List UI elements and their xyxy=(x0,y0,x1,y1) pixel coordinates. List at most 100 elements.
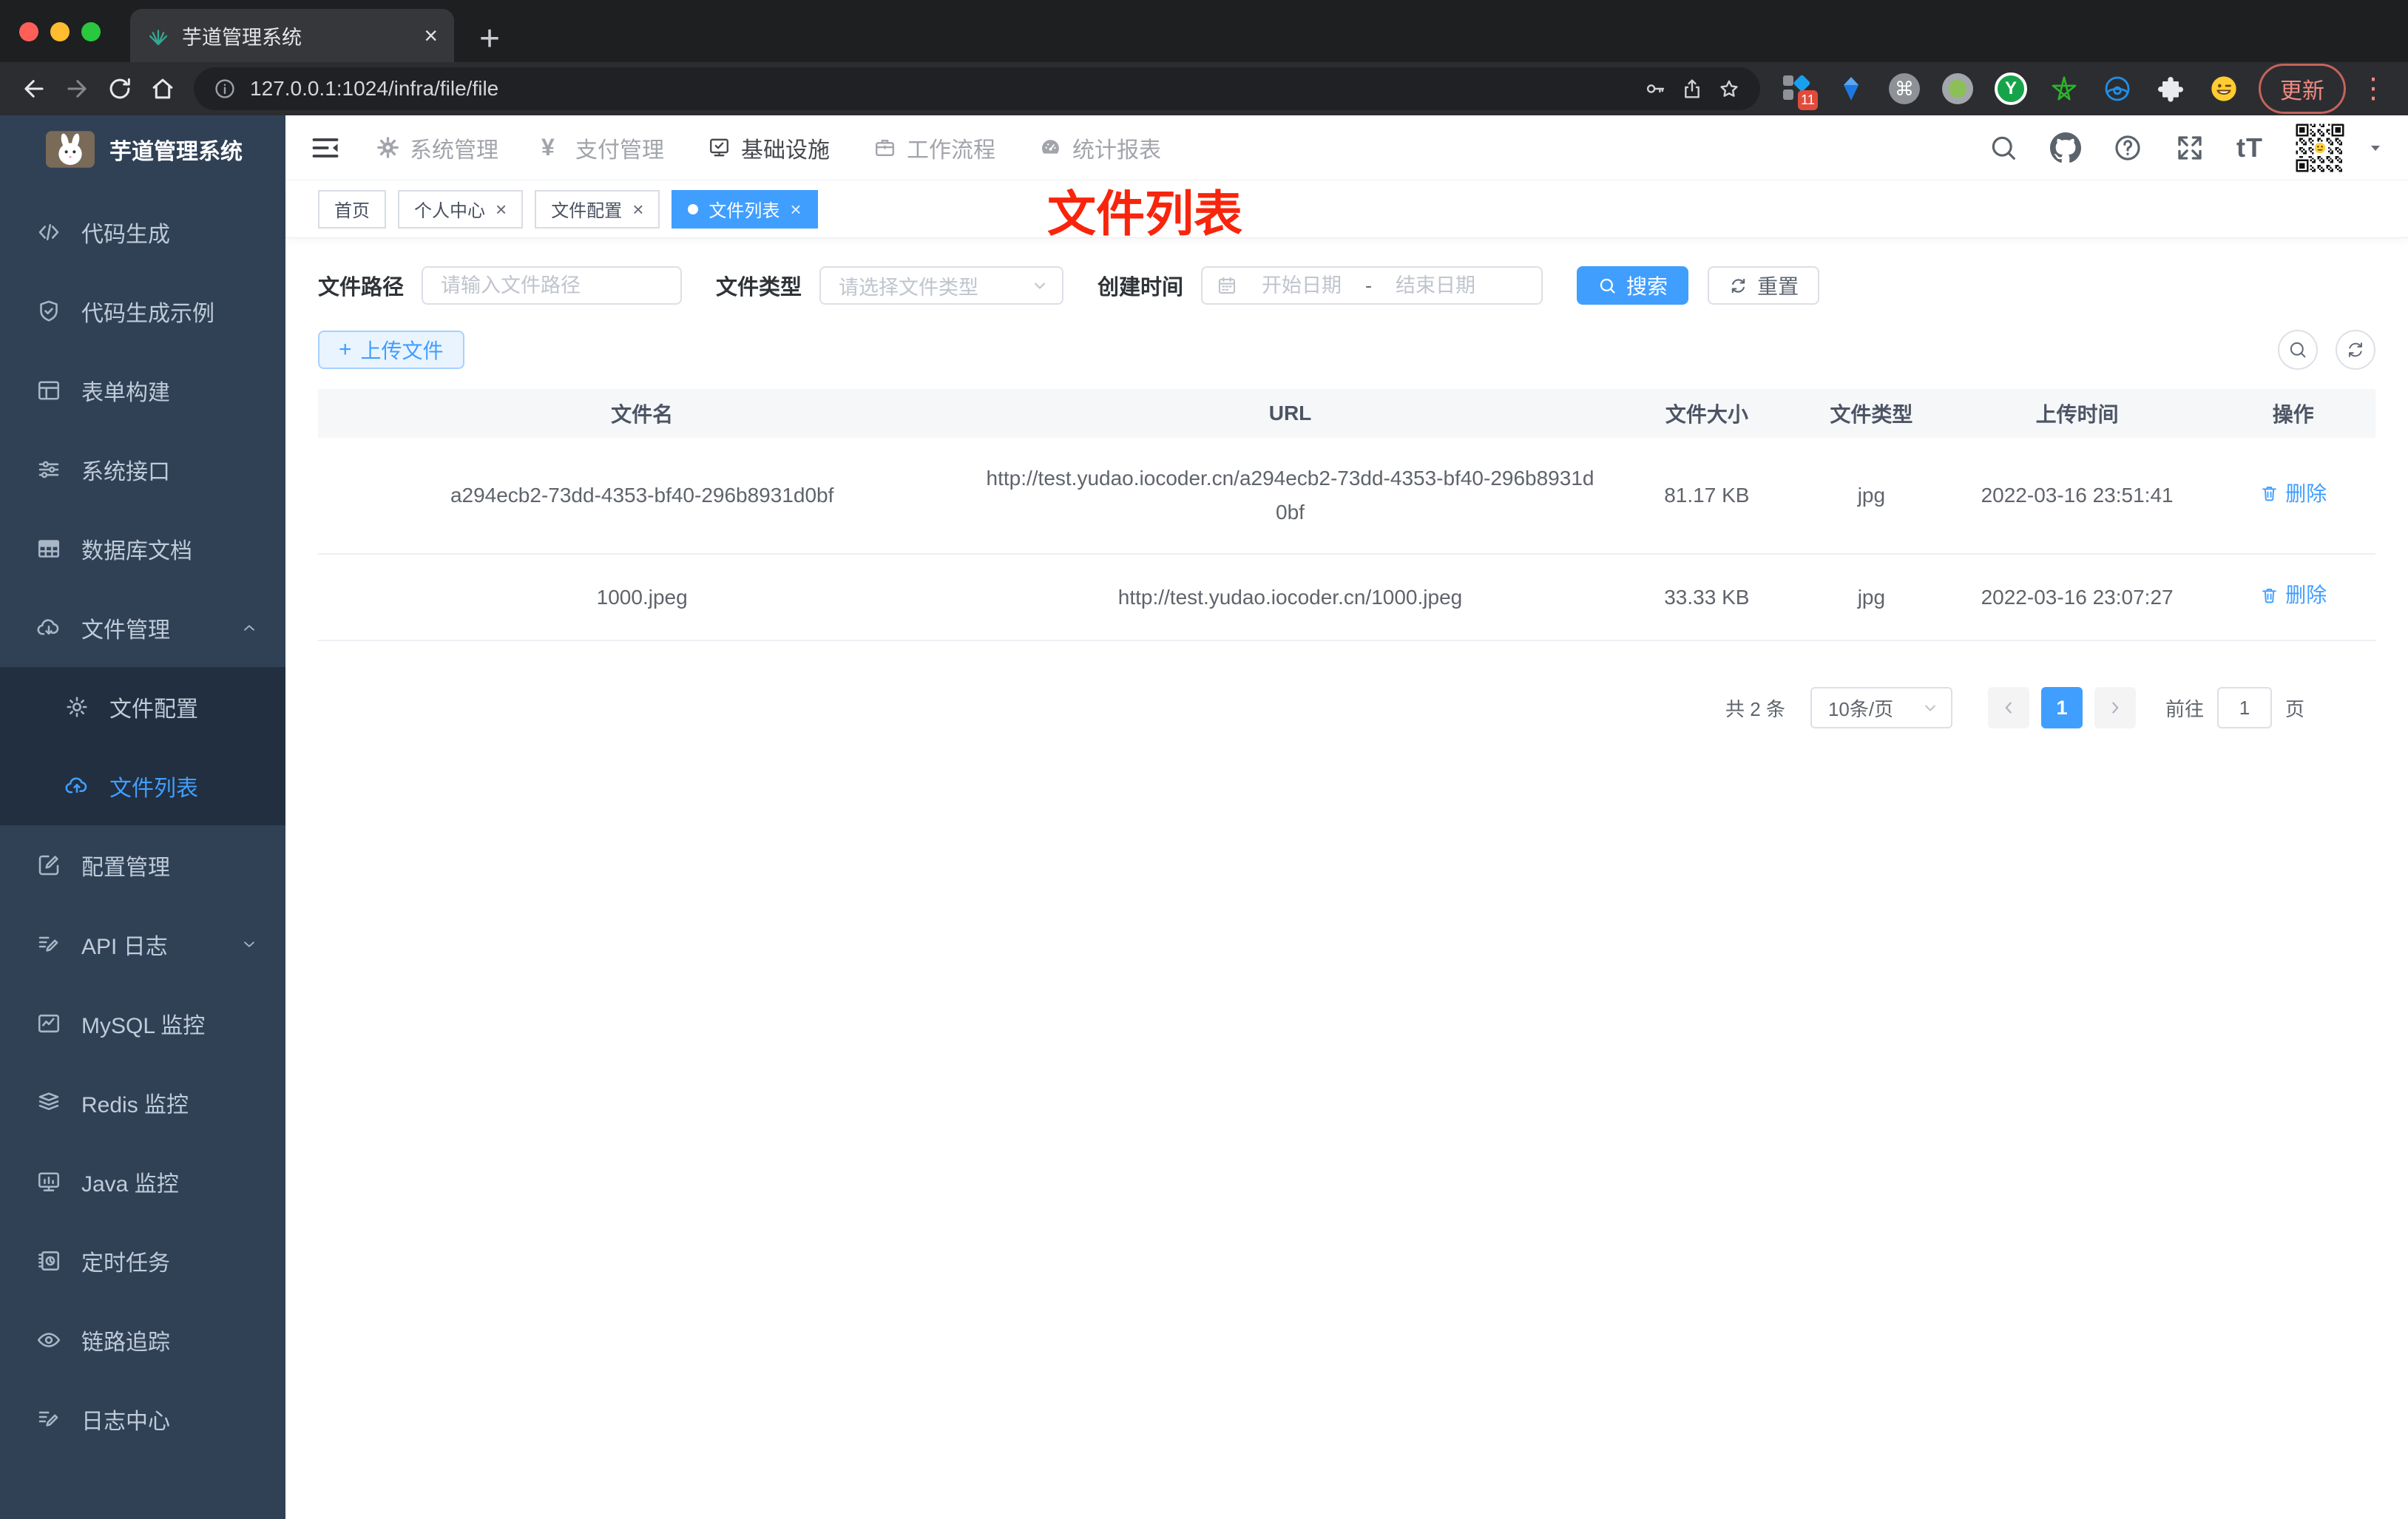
top-nav-item-1[interactable]: ¥ 支付管理 xyxy=(541,132,664,164)
sidebar-item-4[interactable]: 数据库文档 xyxy=(0,509,285,588)
cloud-upload-icon xyxy=(64,773,90,799)
prev-page-button[interactable] xyxy=(1987,687,2029,729)
close-icon[interactable]: × xyxy=(632,200,643,219)
sidebar-logo-row[interactable]: 芋道管理系统 xyxy=(0,115,285,183)
nav-yen-icon: ¥ xyxy=(541,134,555,160)
window-close-button[interactable] xyxy=(19,22,38,41)
sidebar-item-9[interactable]: API 日志 xyxy=(0,904,285,984)
extension-eye-icon[interactable] xyxy=(2100,72,2134,106)
sidebar-item-3[interactable]: 系统接口 xyxy=(0,430,285,509)
start-date-input[interactable] xyxy=(1245,274,1359,297)
help-icon[interactable] xyxy=(2112,132,2143,163)
address-bar[interactable]: 127.0.0.1:1024/infra/file/file xyxy=(194,67,1760,110)
site-info-icon[interactable] xyxy=(213,77,237,101)
extension-emoji-icon[interactable] xyxy=(2207,72,2241,106)
window-zoom-button[interactable] xyxy=(81,22,101,41)
top-nav-item-4[interactable]: 统计报表 xyxy=(1038,132,1161,164)
rabbit-logo xyxy=(46,131,95,168)
sidebar-item-label: Redis 监控 xyxy=(81,1092,189,1117)
sidebar-item-7[interactable]: 文件列表 xyxy=(0,746,285,825)
extension-pin-icon[interactable]: 11 xyxy=(1781,72,1818,110)
sidebar-item-11[interactable]: Redis 监控 xyxy=(0,1063,285,1142)
sidebar-item-12[interactable]: Java 监控 xyxy=(0,1142,285,1221)
back-icon[interactable] xyxy=(15,70,53,108)
reset-button[interactable]: 重置 xyxy=(1708,266,1820,305)
sidebar-item-10[interactable]: MySQL 监控 xyxy=(0,984,285,1063)
search-button[interactable]: 搜索 xyxy=(1577,266,1689,305)
filter-form: 文件路径 文件类型 请选择文件类型 创建时间 xyxy=(318,266,2375,305)
close-icon[interactable]: × xyxy=(496,200,507,219)
page-size-select[interactable]: 10条/页 xyxy=(1810,687,1952,729)
reload-icon[interactable] xyxy=(101,70,139,108)
sidebar-item-label: 定时任务 xyxy=(81,1251,170,1276)
chevron-down-icon xyxy=(240,935,259,954)
tag-label: 首页 xyxy=(334,201,370,221)
forward-icon[interactable] xyxy=(58,70,96,108)
top-nav-item-3[interactable]: 工作流程 xyxy=(873,132,995,164)
refresh-table-button[interactable] xyxy=(2336,330,2375,370)
delete-button[interactable]: 删除 xyxy=(2259,477,2327,511)
top-nav-item-2[interactable]: 基础设施 xyxy=(707,132,830,164)
sidebar-item-13[interactable]: 定时任务 xyxy=(0,1221,285,1300)
bookmark-star-icon[interactable] xyxy=(1717,77,1741,101)
show-search-button[interactable] xyxy=(2278,330,2318,370)
cell-upload-time: 2022-03-16 23:07:27 xyxy=(1943,554,2211,642)
password-key-icon[interactable] xyxy=(1643,77,1667,101)
app-title: 芋道管理系统 xyxy=(109,140,243,164)
file-type-select[interactable]: 请选择文件类型 xyxy=(819,266,1064,305)
browser-tab[interactable]: 芋道管理系统 × xyxy=(130,9,454,62)
tag-2[interactable]: 文件配置 × xyxy=(535,189,660,229)
qr-avatar[interactable] xyxy=(2294,121,2346,174)
browser-menu-icon[interactable]: ⋮ xyxy=(2359,75,2387,103)
schedule-icon xyxy=(35,1248,62,1274)
date-range-picker[interactable]: - xyxy=(1201,266,1543,305)
nav-gear-icon xyxy=(376,135,400,160)
extension-star-icon[interactable] xyxy=(2047,72,2081,106)
sidebar-item-5[interactable]: 文件管理 xyxy=(0,588,285,667)
sidebar-item-6[interactable]: 文件配置 xyxy=(0,667,285,746)
file-path-input[interactable] xyxy=(422,266,683,305)
new-tab-button[interactable]: + xyxy=(469,15,510,62)
search-icon[interactable] xyxy=(1988,132,2019,163)
form-icon xyxy=(35,377,62,404)
end-date-input[interactable] xyxy=(1379,274,1492,297)
sidebar-collapse-icon[interactable] xyxy=(309,132,342,164)
share-icon[interactable] xyxy=(1680,77,1704,101)
top-nav-label: 支付管理 xyxy=(575,138,664,163)
tag-1[interactable]: 个人中心 × xyxy=(398,189,524,229)
extension-dot-icon[interactable] xyxy=(1941,72,1975,106)
browser-update-button[interactable]: 更新 xyxy=(2259,64,2346,114)
extension-puzzle-icon[interactable] xyxy=(2154,72,2188,106)
extension-y-icon[interactable]: Y xyxy=(1994,72,2028,106)
extension-gem-icon[interactable] xyxy=(1834,72,1868,106)
github-icon[interactable] xyxy=(2050,132,2082,163)
sidebar-item-1[interactable]: 代码生成示例 xyxy=(0,271,285,351)
nav-work-icon xyxy=(873,135,897,160)
extension-badge: 11 xyxy=(1798,90,1818,110)
home-icon[interactable] xyxy=(143,70,182,108)
sidebar-item-label: 表单构建 xyxy=(81,380,170,405)
close-icon[interactable]: × xyxy=(790,200,801,219)
upload-file-button[interactable]: + 上传文件 xyxy=(318,331,464,369)
window-minimize-button[interactable] xyxy=(50,22,70,41)
sidebar-item-8[interactable]: 配置管理 xyxy=(0,825,285,904)
page-number-button[interactable]: 1 xyxy=(2040,687,2083,729)
extension-command-icon[interactable]: ⌘ xyxy=(1887,72,1921,106)
log-edit-icon xyxy=(35,1406,62,1432)
sidebar-item-2[interactable]: 表单构建 xyxy=(0,351,285,430)
sidebar-item-15[interactable]: 日志中心 xyxy=(0,1379,285,1458)
next-page-button[interactable] xyxy=(2094,687,2136,729)
delete-button[interactable]: 删除 xyxy=(2259,578,2327,612)
tag-0[interactable]: 首页 xyxy=(318,189,386,229)
avatar-caret-icon[interactable] xyxy=(2367,139,2384,157)
top-nav-item-0[interactable]: 系统管理 xyxy=(376,132,498,164)
sidebar-item-label: Java 监控 xyxy=(81,1171,179,1197)
sidebar-item-0[interactable]: 代码生成 xyxy=(0,192,285,271)
tab-close-icon[interactable]: × xyxy=(424,24,438,47)
sidebar-item-14[interactable]: 链路追踪 xyxy=(0,1300,285,1379)
browser-tab-title: 芋道管理系统 xyxy=(182,26,302,49)
goto-page-input[interactable] xyxy=(2216,687,2272,729)
text-size-icon[interactable]: tT xyxy=(2236,132,2263,163)
fullscreen-icon[interactable] xyxy=(2174,132,2205,163)
tag-3[interactable]: 文件列表 × xyxy=(672,189,818,229)
